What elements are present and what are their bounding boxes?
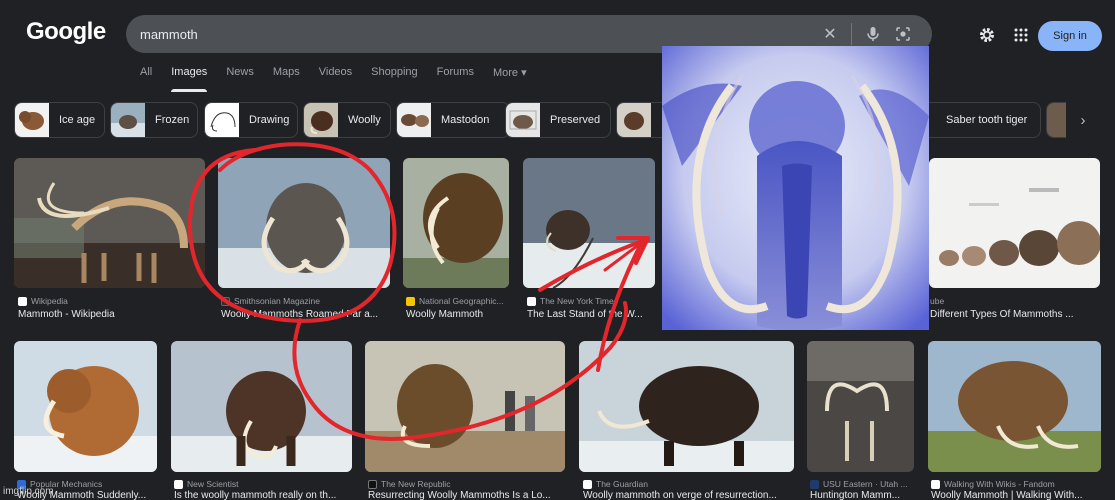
red-annotation-circle-arrow — [187, 142, 650, 441]
imgflip-watermark: imgflip.com — [3, 486, 54, 497]
